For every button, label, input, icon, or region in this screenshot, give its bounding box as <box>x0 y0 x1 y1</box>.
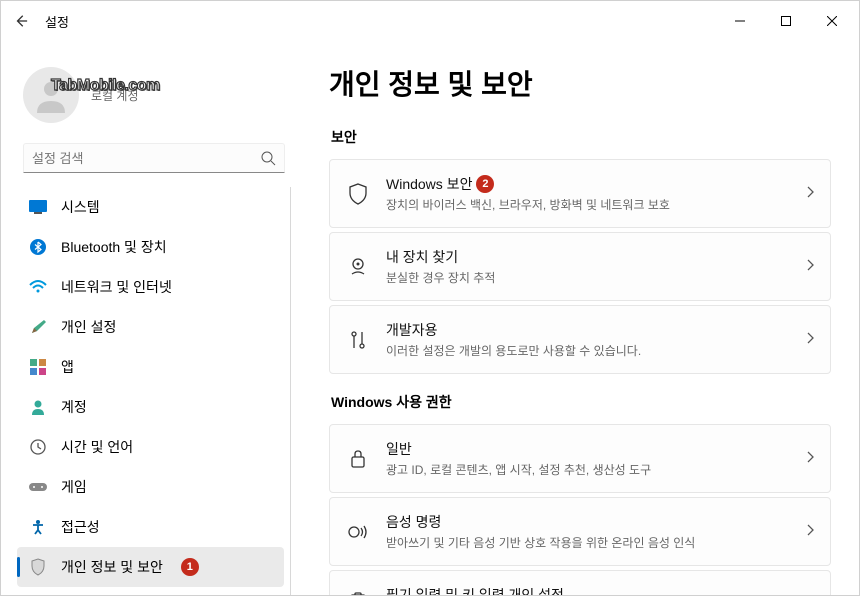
card-inking-typing[interactable]: 필기 입력 및 키 입력 개인 설정 Personal dictionary, … <box>329 570 831 595</box>
shield-icon <box>29 558 47 576</box>
clipboard-icon <box>346 591 370 595</box>
sidebar-item-label: 개인 정보 및 보안 <box>61 557 163 577</box>
card-general[interactable]: 일반 광고 ID, 로컬 콘텐츠, 앱 시작, 설정 추천, 생산성 도구 <box>329 424 831 493</box>
sidebar-item-label: 앱 <box>61 357 74 377</box>
badge-2: 2 <box>476 175 494 193</box>
tools-icon <box>346 328 370 352</box>
badge-1: 1 <box>181 558 199 576</box>
card-sub: 받아쓰기 및 기타 음성 기반 상호 작용을 위한 온라인 음성 인식 <box>386 534 806 551</box>
back-button[interactable] <box>5 5 37 37</box>
close-icon <box>827 16 837 26</box>
sidebar-item-system[interactable]: 시스템 <box>17 187 284 227</box>
card-sub: 광고 ID, 로컬 콘텐츠, 앱 시작, 설정 추천, 생산성 도구 <box>386 461 806 478</box>
person-icon <box>31 75 71 115</box>
sidebar: 로컬 계정 TabMobile.com 시스템 Bluetooth 및 장치 네… <box>1 41 301 595</box>
sidebar-item-label: 네트워크 및 인터넷 <box>61 277 172 297</box>
gamepad-icon <box>29 478 47 496</box>
minimize-icon <box>735 16 745 26</box>
brush-icon <box>29 318 47 336</box>
minimize-button[interactable] <box>717 5 763 37</box>
account-icon <box>29 398 47 416</box>
search-icon <box>260 150 276 166</box>
card-developers[interactable]: 개발자용 이러한 설정은 개발의 용도로만 사용할 수 있습니다. <box>329 305 831 374</box>
card-title: 음성 명령 <box>386 512 806 532</box>
section-permissions-label: Windows 사용 권한 <box>331 392 831 412</box>
location-icon <box>346 255 370 279</box>
card-title: Windows 보안 <box>386 174 472 194</box>
sidebar-item-label: 게임 <box>61 477 87 497</box>
sidebar-item-privacy[interactable]: 개인 정보 및 보안 1 <box>17 547 284 587</box>
sidebar-item-label: Bluetooth 및 장치 <box>61 237 167 257</box>
titlebar: 설정 <box>1 1 859 41</box>
card-speech[interactable]: 음성 명령 받아쓰기 및 기타 음성 기반 상호 작용을 위한 온라인 음성 인… <box>329 497 831 566</box>
card-sub: 이러한 설정은 개발의 용도로만 사용할 수 있습니다. <box>386 342 806 359</box>
chevron-right-icon <box>806 523 814 541</box>
sidebar-item-bluetooth[interactable]: Bluetooth 및 장치 <box>17 227 284 267</box>
card-find-device[interactable]: 내 장치 찾기 분실한 경우 장치 추적 <box>329 232 831 301</box>
security-shield-icon <box>346 182 370 206</box>
sidebar-item-personalization[interactable]: 개인 설정 <box>17 307 284 347</box>
card-sub: 분실한 경우 장치 추적 <box>386 269 806 286</box>
apps-icon <box>29 358 47 376</box>
avatar <box>23 67 79 123</box>
card-title: 내 장치 찾기 <box>386 247 806 267</box>
accessibility-icon <box>29 518 47 536</box>
nav-list: 시스템 Bluetooth 및 장치 네트워크 및 인터넷 개인 설정 앱 계정 <box>17 187 291 595</box>
card-title: 개발자용 <box>386 320 806 340</box>
sidebar-item-label: 계정 <box>61 397 87 417</box>
sidebar-item-label: 시스템 <box>61 197 100 217</box>
user-area[interactable]: 로컬 계정 TabMobile.com <box>17 49 291 143</box>
window-title: 설정 <box>45 12 69 31</box>
sidebar-item-label: 시간 및 언어 <box>61 437 133 457</box>
chevron-right-icon <box>806 450 814 468</box>
card-sub: 장치의 바이러스 백신, 브라우저, 방화벽 및 네트워크 보호 <box>386 196 806 213</box>
back-arrow-icon <box>14 14 28 28</box>
speech-icon <box>346 520 370 544</box>
sidebar-item-time-language[interactable]: 시간 및 언어 <box>17 427 284 467</box>
wifi-icon <box>29 278 47 296</box>
sidebar-item-apps[interactable]: 앱 <box>17 347 284 387</box>
clock-icon <box>29 438 47 456</box>
user-account-type: 로컬 계정 <box>91 87 139 104</box>
chevron-right-icon <box>806 258 814 276</box>
close-button[interactable] <box>809 5 855 37</box>
sidebar-item-network[interactable]: 네트워크 및 인터넷 <box>17 267 284 307</box>
chevron-right-icon <box>806 331 814 349</box>
sidebar-item-gaming[interactable]: 게임 <box>17 467 284 507</box>
sidebar-item-accounts[interactable]: 계정 <box>17 387 284 427</box>
sidebar-item-label: 개인 설정 <box>61 317 116 337</box>
system-icon <box>29 198 47 216</box>
maximize-button[interactable] <box>763 5 809 37</box>
maximize-icon <box>781 16 791 26</box>
chevron-right-icon <box>806 185 814 203</box>
chevron-right-icon <box>806 594 814 595</box>
search-box[interactable] <box>23 143 285 173</box>
page-title: 개인 정보 및 보안 <box>329 63 831 103</box>
lock-icon <box>346 447 370 471</box>
sidebar-item-accessibility[interactable]: 접근성 <box>17 507 284 547</box>
search-input[interactable] <box>32 151 260 166</box>
window-controls <box>717 5 855 37</box>
section-security-label: 보안 <box>331 127 831 147</box>
main-panel: 개인 정보 및 보안 보안 Windows 보안2 장치의 바이러스 백신, 브… <box>301 41 859 595</box>
card-windows-security[interactable]: Windows 보안2 장치의 바이러스 백신, 브라우저, 방화벽 및 네트워… <box>329 159 831 228</box>
card-title: 필기 입력 및 키 입력 개인 설정 <box>386 585 806 595</box>
sidebar-item-label: 접근성 <box>61 517 100 537</box>
card-title: 일반 <box>386 439 806 459</box>
bluetooth-icon <box>29 238 47 256</box>
